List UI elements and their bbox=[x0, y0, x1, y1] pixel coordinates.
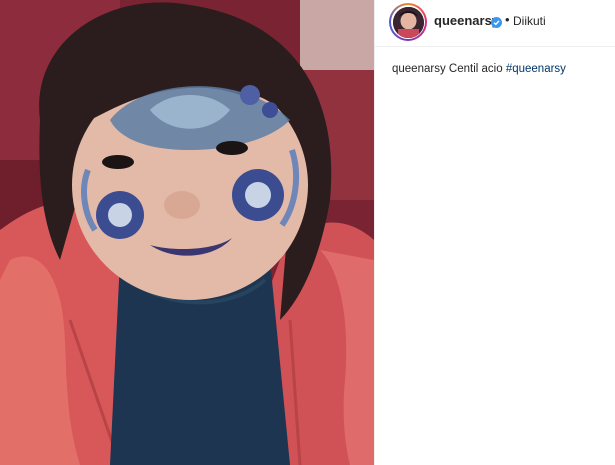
post-username[interactable]: queenarsy bbox=[434, 13, 499, 28]
caption-hashtag[interactable]: #queenarsy bbox=[506, 63, 566, 75]
avatar[interactable] bbox=[392, 6, 424, 38]
caption-text: Centil acio bbox=[448, 63, 503, 75]
post-caption: queenarsy Centil acio #queenarsy bbox=[392, 63, 566, 75]
post-header: queenarsy • Diikuti bbox=[375, 0, 615, 47]
story-ring[interactable] bbox=[389, 3, 427, 41]
follow-status-button[interactable]: Diikuti bbox=[513, 14, 546, 28]
separator-dot: • bbox=[505, 12, 510, 27]
caption-username[interactable]: queenarsy bbox=[392, 63, 446, 75]
verified-badge-icon bbox=[491, 15, 502, 28]
post-photo[interactable] bbox=[0, 0, 374, 465]
post-sidebar: queenarsy • Diikuti queenarsy Centil aci… bbox=[374, 0, 615, 465]
avatar-frame bbox=[391, 5, 425, 39]
